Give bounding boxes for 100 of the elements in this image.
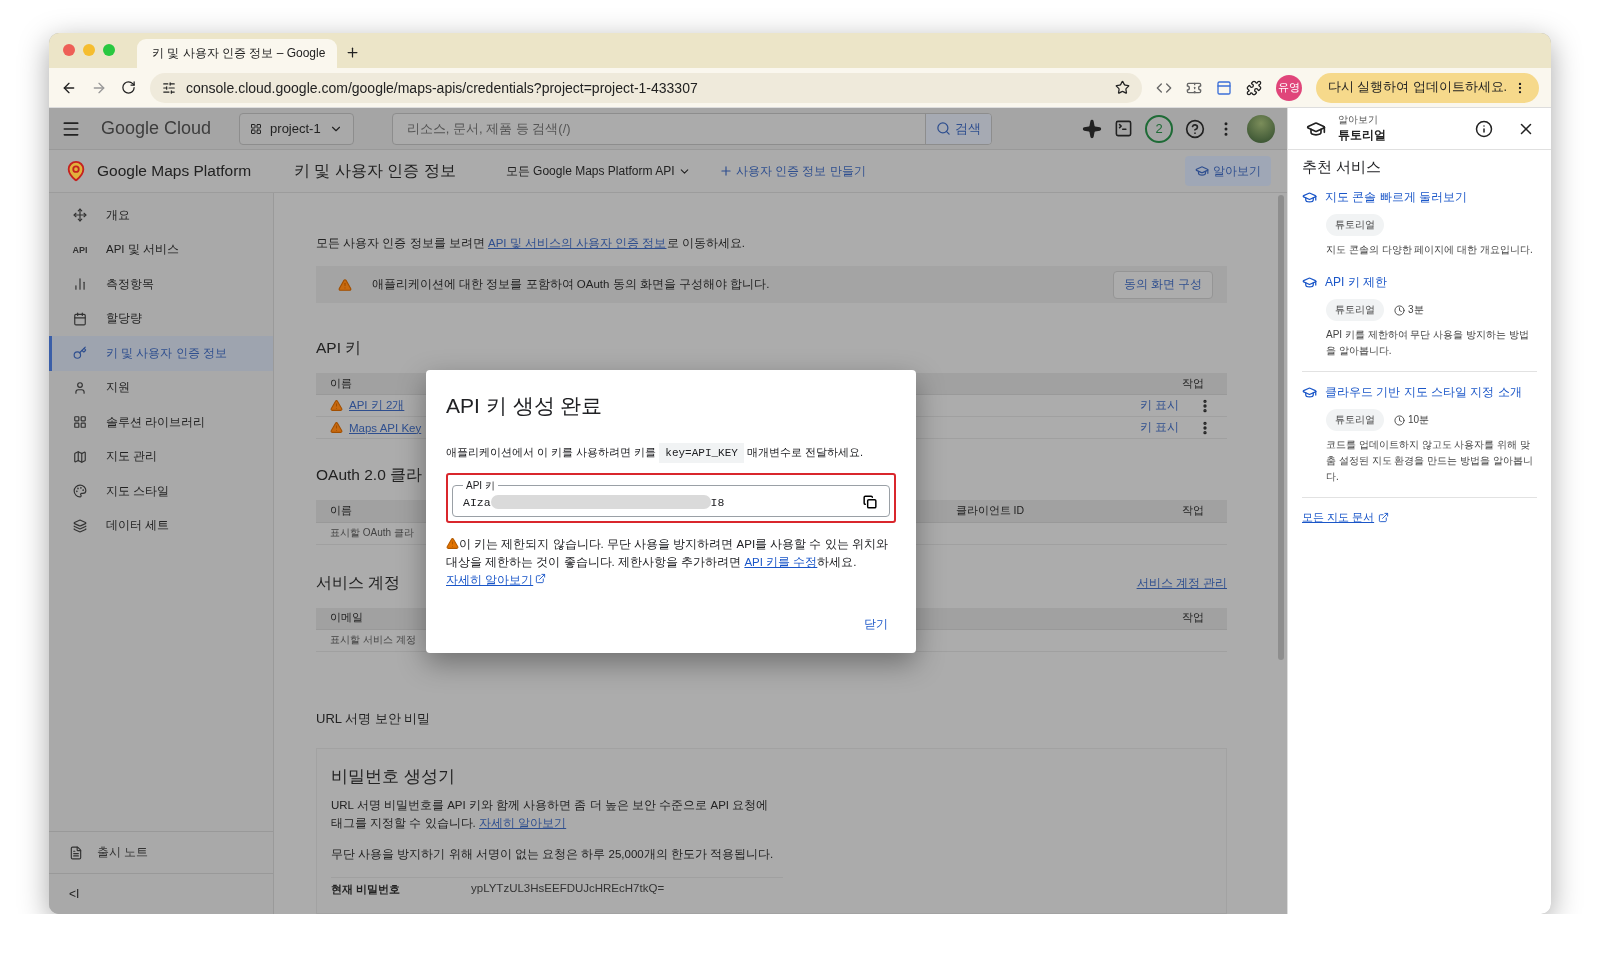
key-suffix: I8 [710,495,725,509]
move-icon [73,208,87,223]
bar-chart-icon [73,277,87,292]
tutorial-description: API 키를 제한하여 무단 사용을 방지하는 방법을 알아봅니다. [1326,328,1530,358]
key-prefix: AIza [463,495,491,509]
terminal-icon[interactable] [1114,119,1133,138]
all-docs-link[interactable]: 모든 지도 문서 [1302,510,1537,525]
tutorial-link[interactable]: 지도 콘솔 빠르게 둘러보기 [1302,189,1537,206]
limit-text: 무단 사용을 방지하기 위해 서명이 없는 요청은 하루 25,000개의 한도가 적용됩니다. [331,846,775,862]
api-key-field[interactable]: API 키 AIza I8 [452,478,890,517]
map-pin-icon [65,160,87,182]
sparkle-icon[interactable] [1082,118,1102,139]
release-notes-link[interactable]: 출시 노트 [49,832,273,874]
plus-icon [718,164,733,178]
copy-icon [863,495,877,510]
nav-item[interactable]: 지도 스타일 [49,474,273,509]
column-header: 클라이언트 ID [955,503,1024,518]
warning-icon [446,536,459,550]
empty-message: 표시할 OAuth 클라 [330,526,414,541]
avatar[interactable] [1247,114,1275,143]
section-title: 서비스 계정 [316,572,401,593]
show-key-link[interactable]: 키 표시 [1139,420,1179,436]
new-tab-icon[interactable] [345,45,360,60]
dialog-title: API 키 생성 완료 [446,393,604,419]
search-field[interactable]: 리소스, 문서, 제품 등 검색(/) 검색 [391,112,992,145]
scrollbar-thumb[interactable] [1278,195,1284,660]
api-key-link[interactable]: API 키 2개 [349,399,405,412]
column-header: 작업 [1181,376,1204,391]
tab-title: 키 및 사용자 인증 정보 – Google [152,45,326,62]
api-key-link[interactable]: Maps API Key [349,421,422,434]
reload-icon[interactable] [121,80,136,95]
nav-item[interactable]: 지원 [49,370,273,405]
nav-item[interactable]: API API 및 서비스 [49,232,273,267]
edit-key-link[interactable]: API 키를 수정 [744,556,818,568]
tutorial-description: 지도 콘솔의 다양한 페이지에 대한 개요입니다. [1326,243,1534,257]
info-icon[interactable] [1475,119,1493,138]
map-icon [73,449,87,464]
column-header: 이름 [330,376,352,391]
close-button[interactable]: 닫기 [856,612,896,637]
panel-icon[interactable] [1215,79,1232,96]
bookmark-star-icon[interactable] [1114,80,1130,95]
copy-button[interactable] [861,493,879,512]
api-filter[interactable]: 모든 Google Maps Platform API [499,161,697,181]
external-link-icon [1378,512,1390,523]
tutorial-link[interactable]: API 키 제한 [1302,274,1537,291]
secret-label: 현재 비밀번호 [331,882,402,898]
collapse-button[interactable]: <I [49,874,86,914]
site-settings-icon[interactable] [162,80,176,95]
column-header: 이메일 [330,611,363,626]
palette-icon [73,484,87,499]
logo[interactable]: Google Cloud [101,118,212,139]
close-window-icon[interactable] [63,44,75,56]
card-title: 비밀번호 생성기 [331,765,456,788]
column-header: 작업 [1181,503,1204,518]
dialog-instruction: 애플리케이션에서 이 키를 사용하려면 키를 key=API_KEY 매개변수로 전달하세요. [446,444,896,463]
nav-item[interactable]: 지도 관리 [49,439,273,474]
warning-icon [330,421,343,435]
update-button[interactable]: 다시 실행하여 업데이트하세요. [1315,72,1539,103]
create-credentials-button[interactable]: 사용자 인증 정보 만들기 [712,161,872,181]
panel-title: 튜토리얼 [1338,127,1387,144]
clock-icon [1394,414,1405,426]
nav-item[interactable]: 개요 [49,198,273,233]
section-title: API 키 [316,338,362,359]
duration: 10분 [1394,413,1430,427]
secret-value: ypLYTzUL3HsEEFDUJcHREcH7tkQ= [471,882,665,897]
page-title: 키 및 사용자 인증 정보 [294,160,456,181]
column-header: 작업 [1181,611,1204,626]
panel-eyebrow: 알아보기 [1338,113,1379,127]
column-header: 이름 [330,503,352,518]
api-glyph: API [72,244,88,255]
empty-message: 표시할 서비스 계정 [330,633,416,648]
warning-icon [338,277,352,292]
search-button[interactable]: 검색 [924,113,991,144]
nav-item[interactable]: 솔루션 라이브러리 [49,405,273,440]
help-icon[interactable] [1185,118,1205,139]
project-selector[interactable]: project-1 [239,112,354,145]
browser-tab[interactable]: 키 및 사용자 인증 정보 – Google [137,39,337,68]
tutorial-link[interactable]: 클라우드 기반 지도 스타일 지정 소개 [1302,384,1537,401]
manage-service-accounts-link[interactable]: 서비스 계정 관리 [1136,575,1227,591]
learn-more-link[interactable]: 자세히 알아보기 [446,574,534,587]
address-bar[interactable]: console.cloud.google.com/google/maps-apis/credentials?project=project-1-433307 [150,72,1142,103]
product-name: Google Maps Platform [49,160,274,182]
consent-screen-button[interactable]: 동의 화면 구성 [1112,270,1213,299]
project-icon [250,122,263,135]
url-text: console.cloud.google.com/google/maps-apis/credentials?project=project-1-433307 [186,79,699,96]
show-key-link[interactable]: 키 표시 [1139,398,1179,414]
person-icon [73,380,87,395]
card-description: URL 서명 비밀번호를 API 키와 함께 사용하면 좀 더 높은 보안 수준으로 API 요청에 태그를 지정할 수 있습니다. 자세히 알아보기 [331,797,770,832]
profile-badge[interactable]: 유영 [1275,74,1302,101]
learn-more-link[interactable]: 자세히 알아보기 [479,817,567,830]
credentials-link[interactable]: API 및 서비스의 사용자 인증 정보 [488,237,667,249]
nav-item[interactable]: 할당량 [49,301,273,336]
nav-item[interactable]: 데이터 세트 [49,508,273,543]
external-link-icon [535,573,547,585]
extensions-icon[interactable] [1245,79,1262,96]
calendar-icon [73,311,87,326]
tutorial-tag: 튜토리얼 [1326,214,1384,236]
nav-item[interactable]: 측정항목 [49,267,273,302]
graduation-cap-icon [1302,190,1317,205]
unrestricted-warning: 이 키는 제한되지 않습니다. 무단 사용을 방지하려면 API를 사용할 수 있는 위치와 대상을 제한하는 것이 좋습니다. 제한사항을 추가하려면 API 키를 수정하세요. 자세히 알아보기 [446,535,889,589]
